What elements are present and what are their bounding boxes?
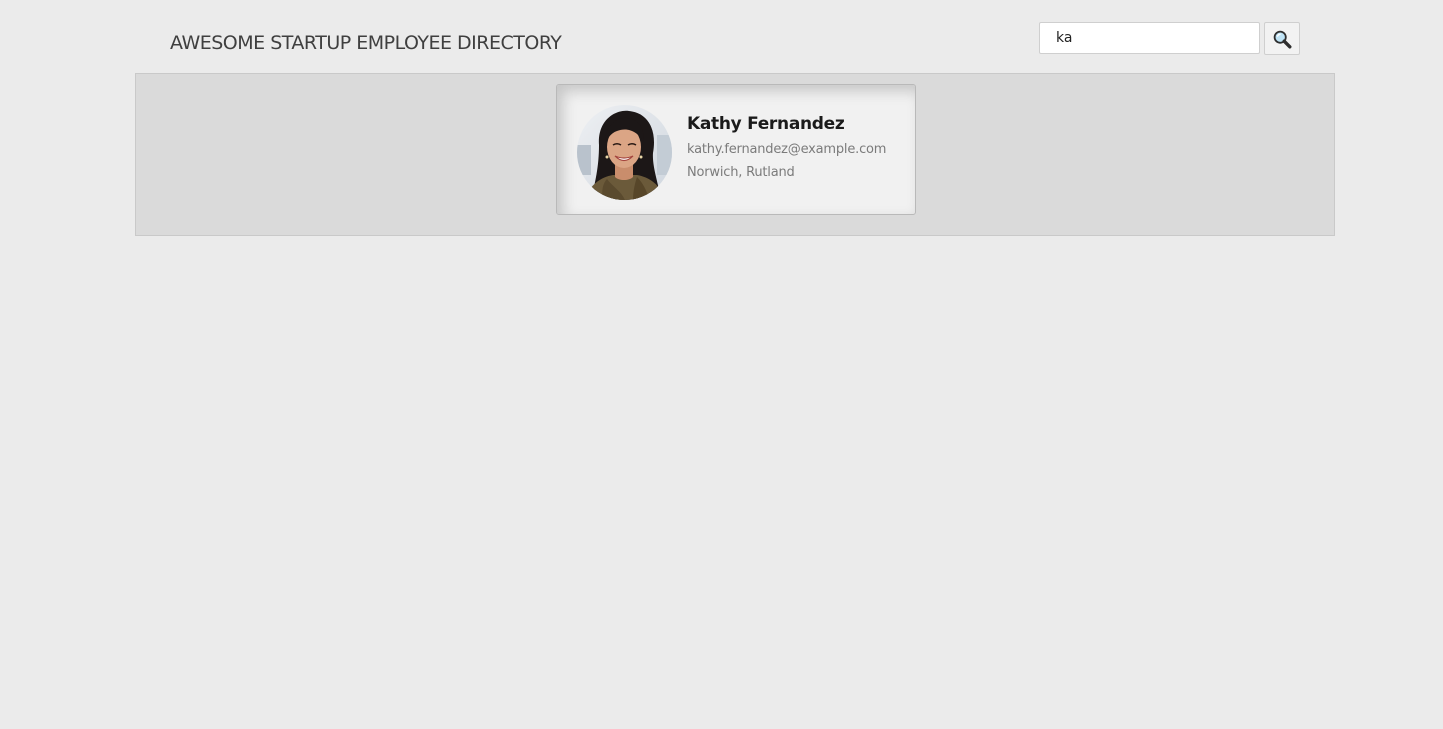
page-title: AWESOME STARTUP EMPLOYEE DIRECTORY	[170, 32, 562, 54]
search-button[interactable]	[1264, 22, 1300, 55]
employee-location: Norwich, Rutland	[687, 165, 795, 180]
employee-card[interactable]: Kathy Fernandez kathy.fernandez@example.…	[556, 84, 916, 215]
search-input[interactable]	[1039, 22, 1260, 54]
page-header: AWESOME STARTUP EMPLOYEE DIRECTORY	[0, 0, 1443, 73]
avatar	[577, 105, 672, 200]
search-form	[1039, 22, 1301, 55]
employee-photo	[577, 105, 672, 200]
employee-name: Kathy Fernandez	[687, 114, 845, 134]
search-icon	[1273, 30, 1292, 49]
employee-info: Kathy Fernandez kathy.fernandez@example.…	[687, 113, 902, 184]
employee-email: kathy.fernandez@example.com	[687, 142, 887, 157]
employee-gallery: Kathy Fernandez kathy.fernandez@example.…	[135, 73, 1335, 236]
